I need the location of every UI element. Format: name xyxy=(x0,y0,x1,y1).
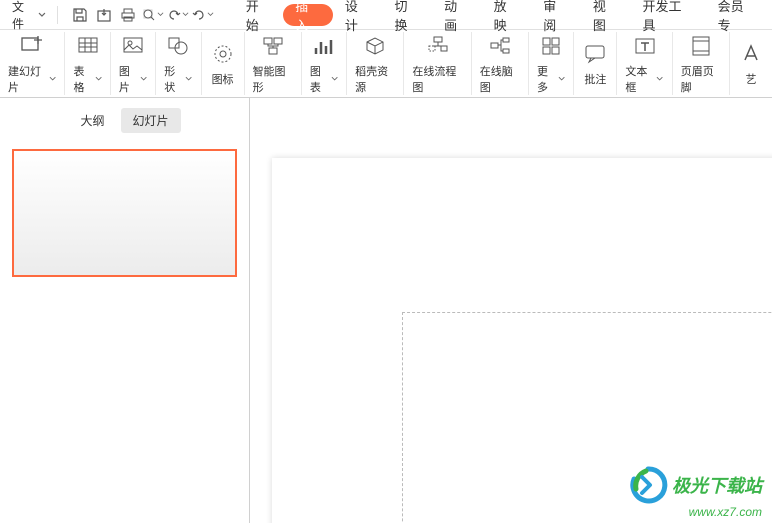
tab-devtools[interactable]: 开发工具 xyxy=(630,0,705,29)
mindmap-icon xyxy=(487,33,513,59)
chevron-down-icon xyxy=(558,75,565,83)
slide-thumbnail-1[interactable] xyxy=(12,149,237,277)
ribbon-smartart[interactable]: 智能图形 xyxy=(245,32,302,95)
chevron-down-icon xyxy=(157,11,164,18)
save-icon[interactable] xyxy=(69,4,91,26)
tab-view[interactable]: 视图 xyxy=(581,0,631,29)
watermark-site-name: 极光下载站 xyxy=(672,472,762,498)
ribbon-table[interactable]: 表格 xyxy=(65,32,110,95)
chevron-down-icon xyxy=(656,75,663,83)
tab-start[interactable]: 开始 xyxy=(234,0,284,29)
tab-design[interactable]: 设计 xyxy=(333,0,383,29)
ribbon-comment[interactable]: 批注 xyxy=(574,32,617,95)
wordart-icon xyxy=(738,41,764,67)
panel-tab-outline[interactable]: 大纲 xyxy=(68,108,116,133)
panel-tab-slides[interactable]: 幻灯片 xyxy=(121,108,181,133)
ribbon-headerfooter[interactable]: 页眉页脚 xyxy=(673,32,730,95)
undo-icon[interactable] xyxy=(166,7,189,23)
chart-icon xyxy=(311,33,337,59)
shape-icon xyxy=(165,33,191,59)
watermark-url: www.xz7.com xyxy=(689,505,762,519)
icon-lib-icon xyxy=(210,41,236,67)
tab-member[interactable]: 会员专 xyxy=(706,0,768,29)
export-icon[interactable] xyxy=(93,4,115,26)
textbox-icon xyxy=(632,33,658,59)
ribbon-textbox[interactable]: 文本框 xyxy=(617,32,672,95)
ribbon-shape[interactable]: 形状 xyxy=(156,32,201,95)
print-preview-icon[interactable] xyxy=(141,7,164,23)
ribbon-flowchart[interactable]: 在线流程图 xyxy=(404,32,471,95)
chevron-down-icon xyxy=(331,75,338,83)
watermark-logo-icon xyxy=(628,465,668,505)
chevron-down-icon xyxy=(95,75,102,83)
smartart-icon xyxy=(260,33,286,59)
more-icon xyxy=(538,33,564,59)
ribbon-mindmap[interactable]: 在线脑图 xyxy=(472,32,529,95)
watermark: 极光下载站 www.xz7.com xyxy=(628,465,762,519)
tab-animation[interactable]: 动画 xyxy=(432,0,482,29)
ribbon-icon-btn[interactable]: 图标 xyxy=(202,32,245,95)
tab-review[interactable]: 审阅 xyxy=(531,0,581,29)
headerfooter-icon xyxy=(688,33,714,59)
tab-slideshow[interactable]: 放映 xyxy=(482,0,532,29)
table-icon xyxy=(75,33,101,59)
chevron-down-icon xyxy=(140,75,147,83)
ribbon-chart[interactable]: 图表 xyxy=(302,32,347,95)
tab-insert[interactable]: 插入 xyxy=(283,4,333,26)
docer-icon xyxy=(362,33,388,59)
ribbon-new-slide[interactable]: 建幻灯片 xyxy=(0,32,65,95)
tab-transition[interactable]: 切换 xyxy=(382,0,432,29)
print-icon[interactable] xyxy=(117,4,139,26)
ribbon-more[interactable]: 更多 xyxy=(529,32,574,95)
slide-panel: 大纲 幻灯片 xyxy=(0,98,250,523)
canvas-area[interactable] xyxy=(250,98,772,523)
file-menu-label: 文件 xyxy=(12,0,36,32)
chevron-down-icon xyxy=(49,75,56,83)
redo-icon[interactable] xyxy=(191,7,214,23)
chevron-down-icon xyxy=(38,11,46,19)
flowchart-icon xyxy=(425,33,451,59)
ribbon-docer[interactable]: 稻壳资源 xyxy=(347,32,404,95)
chevron-down-icon xyxy=(185,75,192,83)
chevron-down-icon xyxy=(207,11,214,18)
picture-icon xyxy=(120,33,146,59)
ribbon-art[interactable]: 艺 xyxy=(730,32,772,95)
new-slide-icon xyxy=(19,33,45,59)
ribbon-picture[interactable]: 图片 xyxy=(111,32,156,95)
comment-icon xyxy=(582,41,608,67)
file-menu[interactable]: 文件 xyxy=(4,0,54,29)
chevron-down-icon xyxy=(182,11,189,18)
